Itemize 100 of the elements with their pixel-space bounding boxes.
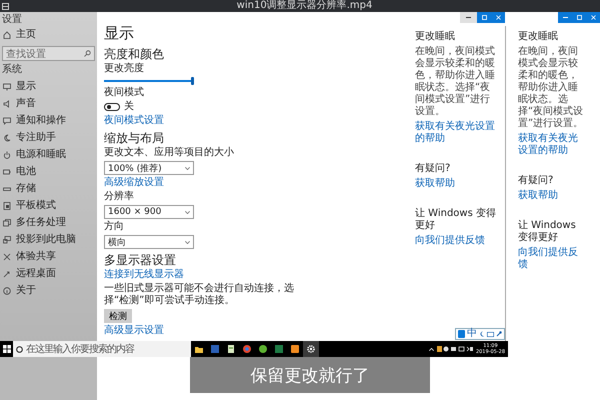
windows-logo-icon [2,345,10,353]
description-text: 一些旧式显示器可能不会进行自动连接，选择“检测”即可尝试手动连接。 [104,283,294,307]
minimize-icon [562,17,568,18]
chevron-down-icon [185,166,190,170]
section-heading: 多显示器设置 [104,253,177,267]
notepad-icon [226,344,236,354]
help-heading: 让 Windows 变得更好 [518,220,577,244]
settings-link[interactable]: 连接到无线显示器 [104,269,184,281]
sidebar-title: 设置 [2,14,23,26]
remote-desktop-icon [3,270,11,278]
detect-button[interactable]: 检测 [104,309,132,323]
message-icon [3,117,11,125]
help-text: 在晚间，夜间模式会显示较柔和的暖色，帮助你进入睡眠状态。选择“夜间模式设置”进行设置。 [415,46,496,118]
sidebar-item[interactable]: 电池 [2,164,95,180]
help-link[interactable]: 获取帮助 [415,178,455,190]
sidebar-item[interactable]: 体验共享 [2,249,95,265]
section-heading: 缩放与布局 [104,131,165,145]
section-label: 系统 [2,64,23,76]
settings-link[interactable]: 高级显示设置 [104,325,164,337]
wrench-icon [496,331,502,337]
power-icon [3,151,11,159]
help-heading: 更改睡眠 [415,31,456,43]
caret-up-icon [428,348,434,350]
info-icon [3,287,11,295]
keyboard-icon [487,332,494,336]
help-link[interactable]: 获取有关夜光设置的帮助 [415,121,500,145]
help-heading: 让 Windows 变得更好 [415,208,497,232]
search-icon [84,50,91,57]
tablet-icon [3,202,11,210]
sidebar-item[interactable]: 存储 [2,181,95,197]
help-link[interactable]: 获取帮助 [518,190,558,202]
field-label: 更改文本、应用等项目的大小 [104,147,235,159]
moon-icon [479,331,485,337]
circle-icon [16,346,23,352]
help-heading: 有疑问? [518,175,554,187]
dropdown-field[interactable]: 1600 × 900 [104,205,194,219]
taskbar-app-button[interactable] [303,341,319,357]
close-icon [496,15,500,20]
monitor-icon [3,83,11,91]
window-icon [2,2,9,10]
minimize-button[interactable] [558,12,572,23]
speaker-icon [3,100,11,108]
sidebar-item[interactable]: 通知和操作 [2,113,95,129]
help-heading: 更改睡眠 [518,31,559,43]
search-field[interactable]: 查找设置 [2,46,95,61]
field-label: 方向 [104,221,125,233]
battery-icon [3,168,11,176]
sidebar-item[interactable]: 平板模式 [2,198,95,214]
field-label: 更改亮度 [104,63,145,75]
brightness-slider[interactable] [104,77,194,85]
home-item[interactable]: 主页 [2,27,95,43]
close-button[interactable] [491,12,505,23]
dropdown-field[interactable]: 横向 [104,235,194,249]
round-app-icon [258,344,268,354]
drive-icon [3,185,11,193]
sidebar-item[interactable]: 声音 [2,96,95,112]
sidebar-item[interactable]: 多任务处理 [2,215,95,231]
home-icon [3,31,11,39]
close-button[interactable] [586,12,600,23]
screen-cast-icon [3,236,11,244]
square-app-icon [290,344,300,354]
settings-link[interactable]: 夜间模式设置 [104,115,164,127]
help-link[interactable]: 向我们提供反馈 [415,235,485,247]
page-title: 显示 [104,24,135,42]
sidebar-item[interactable]: 显示 [2,79,95,95]
help-link[interactable]: 向我们提供反馈 [518,247,586,271]
sidebar-item[interactable]: 关于 [2,283,95,299]
document-app-icon [210,344,220,354]
close-icon [590,15,596,20]
section-heading: 亮度和颜色 [104,47,165,61]
sidebar-item[interactable]: 专注助手 [2,130,95,146]
help-heading: 有疑问? [415,163,452,175]
settings-link[interactable]: 高级缩放设置 [104,177,164,189]
sidebar-item[interactable]: 远程桌面 [2,266,95,282]
logo-icon [458,330,465,338]
field-label: 夜间模式 [104,87,145,99]
restore-icon [576,15,582,20]
help-link[interactable]: 获取有关夜光设置的帮助 [518,133,586,157]
toggle-switch[interactable] [104,103,120,111]
input-method-bar[interactable]: 中 [455,328,505,340]
sidebar-item[interactable]: 投影到此电脑 [2,232,95,248]
spreadsheet-app-icon [274,344,284,354]
windows-stack-icon [3,219,11,227]
moon-icon [3,134,11,142]
field-label: 分辨率 [104,191,135,203]
taskbar-search-field[interactable]: 在这里输入你要搜索的内容 [13,341,191,357]
chevron-down-icon [185,240,190,244]
tray-icons-drawing [436,346,473,352]
input-mode-label[interactable]: 中 [467,329,477,339]
subtitle-caption: 保留更改就行了 [190,357,430,393]
toggle-state-label: 关 [124,101,134,113]
settings-icon [306,344,316,354]
restore-icon [482,15,486,20]
dropdown-field[interactable]: 100% (推荐) [104,161,194,175]
sidebar-item[interactable]: 电源和睡眠 [2,147,95,163]
minimize-button[interactable] [460,12,477,23]
help-text: 在晚间，夜间模式会显示较柔和的暖色，帮助你进入睡眠状态。选择“夜间模式设置”进行设置。 [518,46,584,130]
folder-icon [194,344,204,354]
chevron-down-icon [185,210,190,214]
browser-icon [242,344,252,354]
